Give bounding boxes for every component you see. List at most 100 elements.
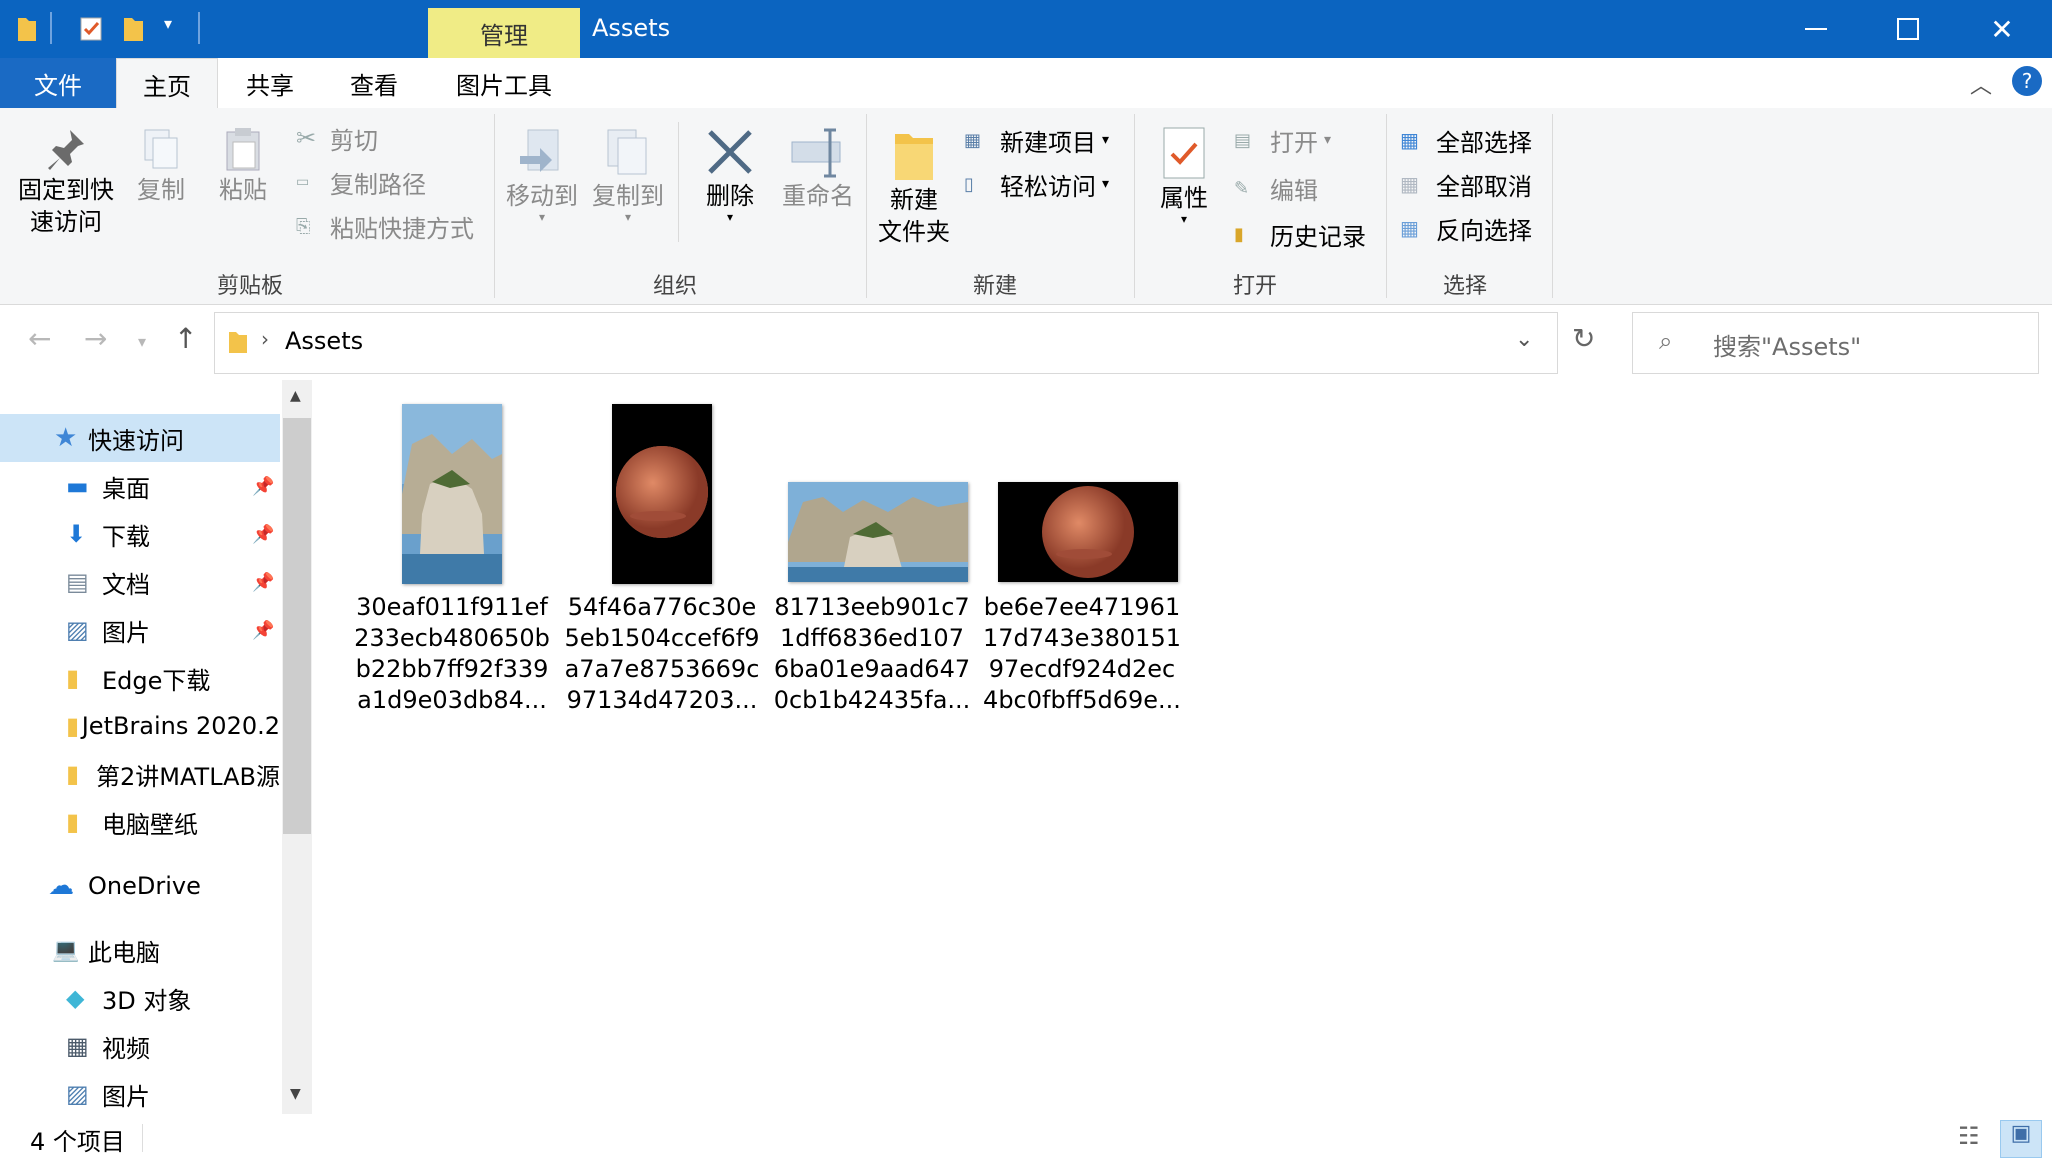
details-view-icon[interactable]: ☷ — [1958, 1122, 1980, 1150]
file-thumbnail[interactable] — [612, 404, 712, 584]
cut-label: 剪切 — [330, 126, 378, 155]
large-icons-view-icon[interactable]: ▣ — [2000, 1120, 2042, 1158]
new-item-button[interactable]: ▦ 新建项目 ▾ — [964, 122, 1109, 158]
tab-view[interactable]: 查看 — [324, 58, 424, 108]
recent-locations-icon[interactable]: ▾ — [138, 332, 146, 351]
nav-scrollbar-thumb[interactable] — [283, 418, 311, 834]
properties-quick-icon[interactable] — [78, 14, 104, 42]
search-placeholder: 搜索"Assets" — [1713, 333, 1862, 361]
open-label: 打开 — [1270, 128, 1318, 157]
delete-button[interactable]: 删除 ▾ — [690, 126, 770, 223]
file-thumbnail[interactable] — [998, 482, 1178, 582]
file-name[interactable]: 30eaf011f911ef 233ecb480650b b22bb7ff92f33… — [352, 592, 552, 716]
tab-picture-tools[interactable]: 图片工具 — [432, 58, 576, 108]
nav-onedrive[interactable]: ☁ OneDrive — [0, 862, 280, 910]
nav-item[interactable]: ▮ 电脑壁纸 — [0, 798, 280, 846]
file-name-line: 6ba01e9aad647 — [773, 655, 971, 683]
pin-quick-label-2: 速访问 — [30, 208, 102, 236]
paste-button[interactable]: 粘贴 — [208, 126, 278, 206]
rename-button[interactable]: 重命名 — [772, 126, 864, 212]
nav-pc-item[interactable]: ▨ 图片 — [0, 1070, 280, 1118]
paste-shortcut-button[interactable]: ⎘ 粘贴快捷方式 — [296, 208, 474, 244]
select-none-label: 全部取消 — [1436, 172, 1532, 201]
tab-home[interactable]: 主页 — [116, 58, 218, 110]
tab-file[interactable]: 文件 — [0, 58, 116, 108]
customize-quick-access-icon[interactable]: ▾ — [164, 14, 172, 33]
nav-pc-item[interactable]: ◆ 3D 对象 — [0, 974, 280, 1022]
new-folder-quick-icon[interactable] — [122, 14, 146, 42]
address-dropdown-icon[interactable]: ⌄ — [1515, 327, 1533, 352]
cut-button[interactable]: ✂ 剪切 — [296, 120, 378, 156]
file-name[interactable]: be6e7ee471961 17d743e380151 97ecdf924d2ec 4… — [982, 592, 1182, 716]
nav-item[interactable]: ▬ 桌面 📌 — [0, 462, 280, 510]
nav-label: 桌面 — [102, 474, 150, 503]
select-all-button[interactable]: ▦ 全部选择 — [1400, 122, 1532, 158]
file-thumbnail[interactable] — [788, 482, 968, 582]
cloud-icon: ☁ — [48, 871, 74, 901]
move-to-label: 移动到 — [506, 182, 578, 210]
file-thumbnail[interactable] — [402, 404, 502, 584]
nav-label: 图片 — [102, 618, 150, 647]
nav-this-pc[interactable]: 💻 此电脑 — [0, 926, 280, 974]
open-button[interactable]: ▤ 打开 ▾ — [1234, 122, 1331, 158]
title-bar: ▾ 管理 Assets ✕ — [0, 0, 2052, 58]
delete-label: 删除 — [706, 182, 754, 210]
new-folder-button[interactable]: 新建 文件夹 — [874, 126, 954, 248]
nav-item[interactable]: ▮ JetBrains 2020.2 — [0, 702, 280, 750]
copy-path-button[interactable]: ▭ 复制路径 — [296, 164, 426, 200]
select-all-icon: ▦ — [1400, 128, 1419, 152]
file-name[interactable]: 54f46a776c30e 5eb1504ccef6f9 a7a7e8753669c… — [562, 592, 762, 716]
pin-icon[interactable]: 📌 — [252, 476, 274, 497]
paste-label: 粘贴 — [219, 176, 267, 204]
file-name-line: 0cb1b42435fa... — [773, 686, 971, 714]
close-button[interactable]: ✕ — [1956, 0, 2048, 58]
nav-label: 电脑壁纸 — [102, 810, 198, 839]
back-icon[interactable]: ← — [28, 322, 51, 355]
breadcrumb-assets[interactable]: Assets — [285, 327, 363, 355]
minimize-button[interactable] — [1770, 0, 1862, 58]
nav-item[interactable]: ▤ 文档 📌 — [0, 558, 280, 606]
select-none-button[interactable]: ▦ 全部取消 — [1400, 166, 1532, 202]
ribbon-tab-bar: 文件 主页 共享 查看 图片工具 ︿ ? — [0, 58, 2052, 110]
copy-button[interactable]: 复制 — [126, 126, 196, 206]
separator — [1557, 313, 1558, 373]
easy-access-button[interactable]: ▯ 轻松访问 ▾ — [964, 166, 1109, 202]
nav-item[interactable]: ▨ 图片 📌 — [0, 606, 280, 654]
tab-manage[interactable]: 管理 — [428, 8, 580, 58]
invert-selection-button[interactable]: ▦ 反向选择 — [1400, 210, 1532, 246]
search-input[interactable]: ⌕ 搜索"Assets" — [1632, 312, 2039, 374]
edit-button[interactable]: ✎ 编辑 — [1234, 170, 1318, 206]
new-folder-label-2: 文件夹 — [878, 218, 950, 246]
select-all-label: 全部选择 — [1436, 128, 1532, 157]
history-button[interactable]: ▮ 历史记录 — [1234, 216, 1366, 252]
refresh-icon[interactable]: ↻ — [1572, 322, 1595, 355]
nav-item[interactable]: ▮ Edge下载 — [0, 654, 280, 702]
maximize-button[interactable] — [1862, 0, 1954, 58]
nav-pc-item[interactable]: ▦ 视频 — [0, 1022, 280, 1070]
copy-to-button[interactable]: 复制到 ▾ — [588, 126, 668, 223]
dropdown-arrow-icon: ▾ — [1180, 212, 1188, 226]
pin-quick-access-button[interactable]: 固定到快 速访问 — [14, 126, 118, 238]
dropdown-arrow-icon: ▾ — [1102, 176, 1110, 192]
properties-button[interactable]: 属性 ▾ — [1146, 126, 1222, 226]
properties-label: 属性 — [1160, 184, 1208, 212]
tab-share[interactable]: 共享 — [222, 58, 318, 108]
nav-item[interactable]: ▮ 第2讲MATLAB源 — [0, 750, 280, 798]
file-name[interactable]: 81713eeb901c7 1dff6836ed107 6ba01e9aad647 0… — [772, 592, 972, 716]
collapse-ribbon-icon[interactable]: ︿ — [1970, 68, 1992, 100]
scroll-down-icon[interactable]: ▼ — [290, 1086, 301, 1102]
pin-icon[interactable]: 📌 — [252, 620, 274, 641]
pin-icon[interactable]: 📌 — [252, 572, 274, 593]
separator — [142, 1124, 143, 1152]
file-name-line: 81713eeb901c7 — [774, 593, 970, 621]
nav-quick-access[interactable]: ★ 快速访问 — [0, 414, 280, 462]
scroll-up-icon[interactable]: ▲ — [290, 388, 301, 404]
help-icon[interactable]: ? — [2012, 66, 2042, 96]
address-bar[interactable]: › Assets ⌄ — [214, 312, 1558, 374]
nav-item[interactable]: ⬇ 下载 📌 — [0, 510, 280, 558]
pin-icon[interactable]: 📌 — [252, 524, 274, 545]
move-to-button[interactable]: 移动到 ▾ — [502, 126, 582, 223]
forward-icon[interactable]: → — [84, 322, 107, 355]
nav-label: 快速访问 — [88, 426, 184, 455]
up-icon[interactable]: ↑ — [174, 322, 197, 355]
